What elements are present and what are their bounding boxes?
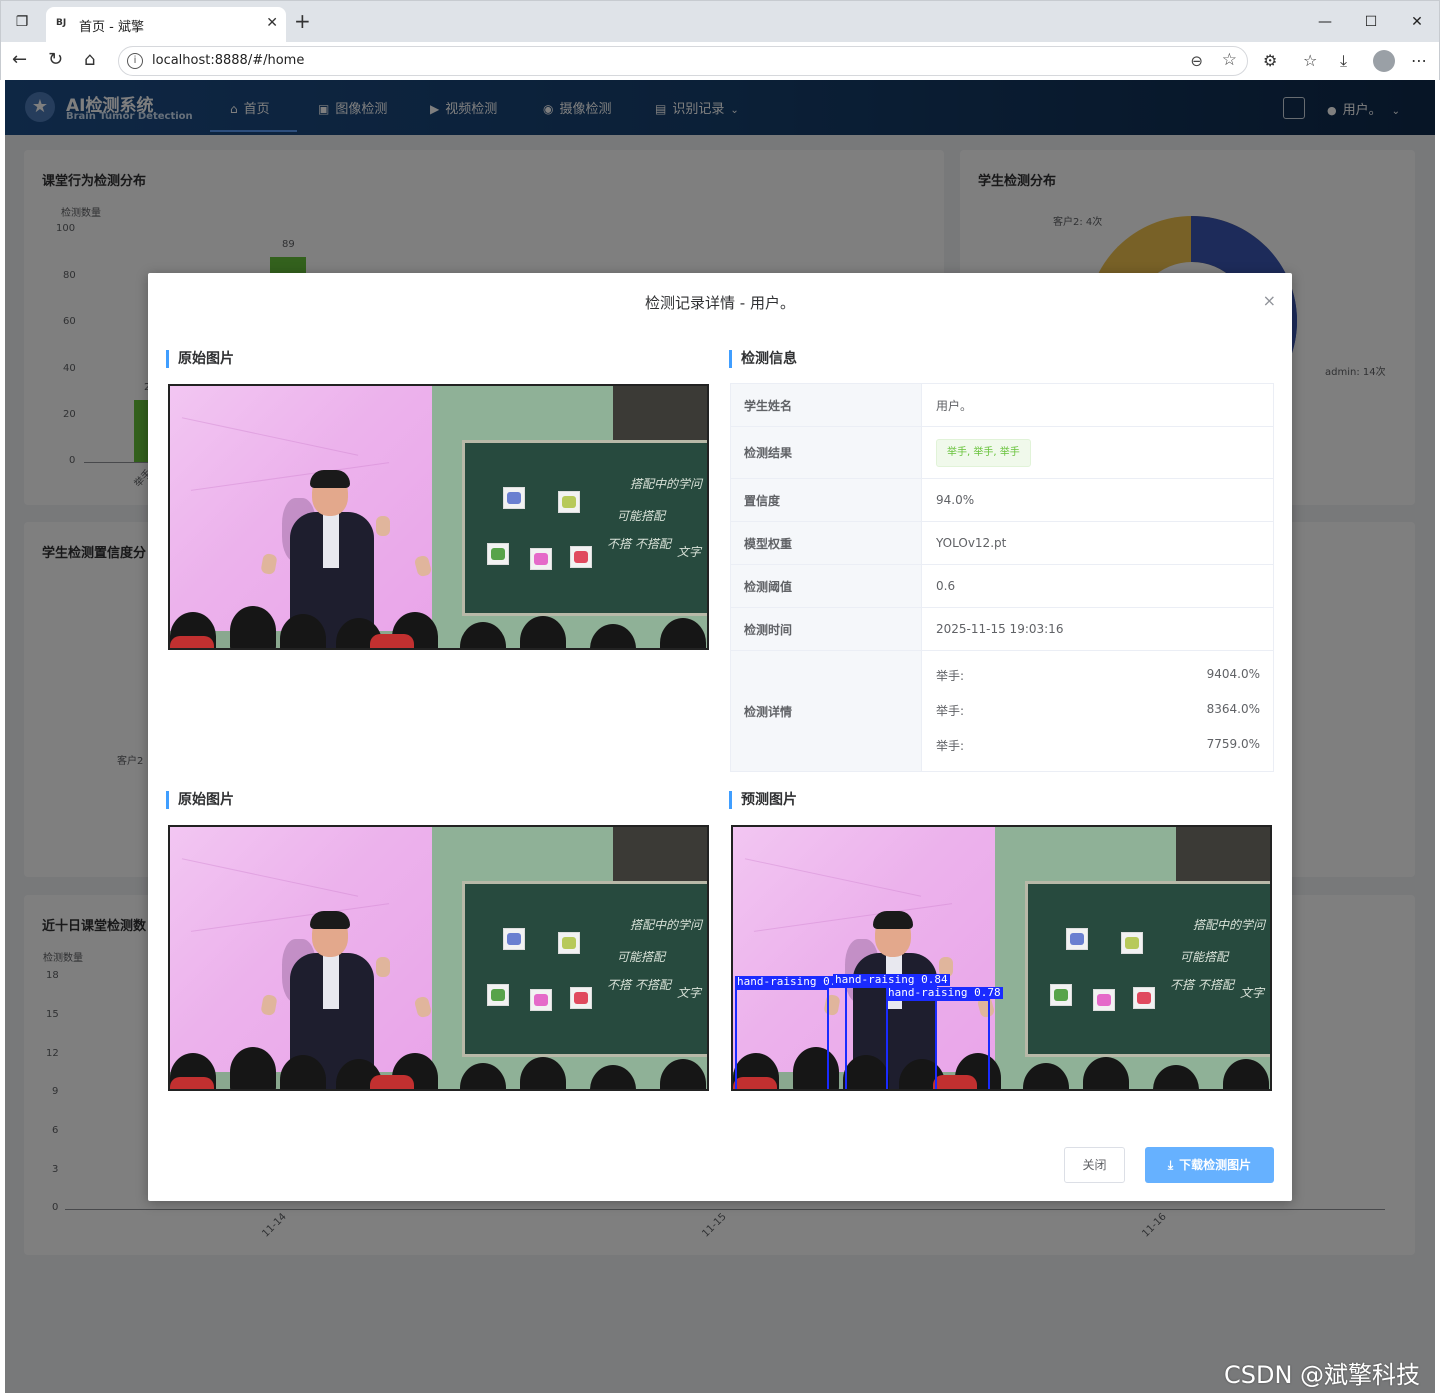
- tab-close-icon[interactable]: ✕: [266, 15, 278, 31]
- detection-box: [886, 999, 990, 1089]
- download-detection-button[interactable]: ⤓ 下载检测图片: [1145, 1147, 1274, 1183]
- tab-title: 首页 - 斌擎: [79, 20, 144, 35]
- site-info-icon[interactable]: i: [127, 53, 143, 69]
- browser-tab-bar: ❐ BJ 首页 - 斌擎 ✕ + — ☐ ✕: [0, 0, 1440, 43]
- url-field[interactable]: i localhost:8888/#/home ⊖ ☆: [118, 46, 1248, 76]
- favorites-icon[interactable]: ☆: [1303, 51, 1317, 71]
- info-row-model: 模型权重 YOLOv12.pt: [731, 522, 1273, 565]
- close-button[interactable]: 关闭: [1064, 1147, 1125, 1183]
- url-text: localhost:8888/#/home: [152, 53, 305, 68]
- browser-tab[interactable]: BJ 首页 - 斌擎 ✕: [46, 7, 286, 43]
- model-value: YOLOv12.pt: [936, 536, 1007, 550]
- threshold-value: 0.6: [936, 579, 956, 593]
- info-row-threshold: 检测阈值 0.6: [731, 565, 1273, 608]
- detail-line: 举手: 7759.0%: [936, 737, 1260, 753]
- detail-line: 举手: 9404.0%: [936, 667, 1260, 683]
- minimize-button[interactable]: —: [1315, 12, 1335, 32]
- csdn-watermark: CSDN @斌擎科技: [1224, 1361, 1421, 1389]
- favorite-star-icon[interactable]: ☆: [1222, 50, 1237, 70]
- zoom-icon[interactable]: ⊖: [1190, 52, 1203, 70]
- info-row-confidence: 置信度 94.0%: [731, 479, 1273, 522]
- section-original-image-2: 原始图片: [166, 791, 234, 809]
- student-name-value: 用户。: [936, 398, 973, 413]
- dialog-title: 检测记录详情 - 用户。: [645, 294, 795, 312]
- home-icon[interactable]: ⌂: [84, 50, 95, 70]
- info-row-result: 检测结果 举手, 举手, 举手: [731, 427, 1273, 479]
- download-icon: ⤓: [1167, 1158, 1174, 1172]
- time-value: 2025-11-15 19:03:16: [936, 622, 1064, 636]
- more-menu-icon[interactable]: ⋯: [1411, 51, 1427, 71]
- detection-info-table: 学生姓名 用户。 检测结果 举手, 举手, 举手 置信度 94.0% 模型权重 …: [730, 383, 1274, 772]
- info-row-details: 检测详情 举手: 9404.0% 举手: 8364.0% 举手: 7759.0%: [731, 651, 1273, 771]
- original-image-2: 搭配中的学问 可能搭配 不搭 不搭配 文字: [168, 825, 709, 1091]
- confidence-value: 94.0%: [936, 493, 975, 507]
- window-close-button[interactable]: ✕: [1407, 12, 1427, 32]
- section-detection-info: 检测信息: [729, 350, 797, 368]
- close-icon[interactable]: ×: [1263, 291, 1276, 310]
- download-icon[interactable]: ⤓: [1340, 51, 1347, 71]
- extensions-icon[interactable]: ⚙: [1263, 51, 1277, 71]
- section-predicted-image: 预测图片: [729, 791, 797, 809]
- record-detail-dialog: 检测记录详情 - 用户。 × 原始图片 检测信息 原始图片 预测图片 搭配中的学…: [148, 273, 1292, 1201]
- predicted-image: 搭配中的学问 可能搭配 不搭 不搭配 文字 hand-raising 0.94 …: [731, 825, 1272, 1091]
- refresh-icon[interactable]: ↻: [48, 50, 63, 70]
- new-tab-button[interactable]: +: [294, 11, 311, 31]
- maximize-button[interactable]: ☐: [1361, 12, 1381, 32]
- favicon-icon: BJ: [56, 18, 67, 28]
- address-bar: ← ↻ ⌂ i localhost:8888/#/home ⊖ ☆ ⚙ ☆ ⤓ …: [0, 42, 1440, 80]
- detail-line: 举手: 8364.0%: [936, 702, 1260, 718]
- section-original-image: 原始图片: [166, 350, 234, 368]
- original-image: 搭配中的学问 可能搭配 不搭 不搭配 文字: [168, 384, 709, 650]
- info-row-name: 学生姓名 用户。: [731, 384, 1273, 427]
- info-row-time: 检测时间 2025-11-15 19:03:16: [731, 608, 1273, 651]
- result-tag: 举手, 举手, 举手: [936, 438, 1031, 467]
- back-icon[interactable]: ←: [12, 50, 27, 70]
- detection-box: [735, 988, 829, 1089]
- profile-avatar[interactable]: [1373, 50, 1395, 72]
- tab-actions-icon[interactable]: ❐: [12, 12, 32, 32]
- detection-label: hand-raising 0.84: [833, 973, 950, 986]
- detection-label: hand-raising 0.78: [886, 986, 1003, 999]
